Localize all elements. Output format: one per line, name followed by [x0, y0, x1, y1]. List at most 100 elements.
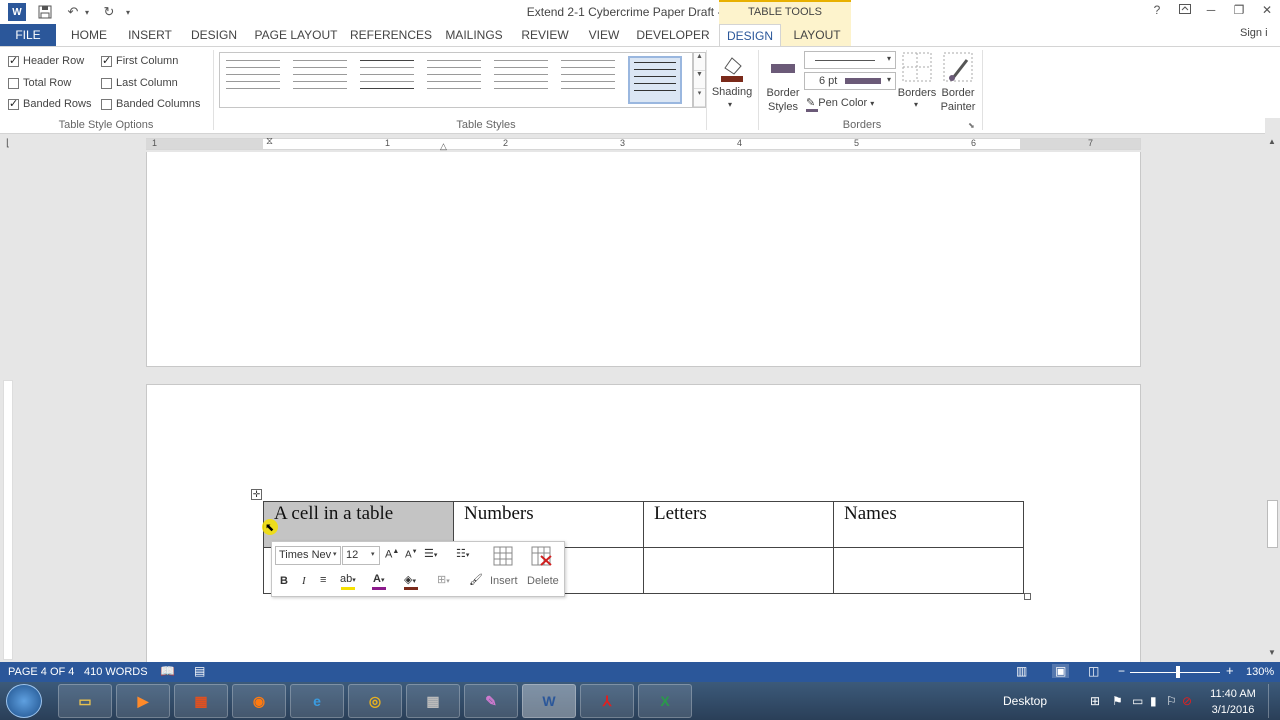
zoom-slider-thumb[interactable]: [1176, 666, 1180, 678]
media-player-icon[interactable]: ▶: [116, 684, 170, 718]
gallery-more-icon[interactable]: ▾: [694, 89, 705, 107]
zoom-slider-track[interactable]: [1130, 672, 1220, 673]
delete-label[interactable]: Delete: [527, 575, 559, 587]
header-row-checkbox[interactable]: Header Row: [8, 53, 84, 69]
table-resize-handle[interactable]: [1024, 593, 1031, 600]
table-cell[interactable]: [833, 547, 1024, 594]
paint-icon[interactable]: ✎: [464, 684, 518, 718]
line-style-dropdown[interactable]: ▾: [804, 51, 896, 69]
table-delete-icon[interactable]: [531, 546, 559, 568]
gallery-scroll-controls[interactable]: ▲ ▼ ▾: [693, 52, 706, 108]
firefox-icon[interactable]: ◉: [232, 684, 286, 718]
zoom-level[interactable]: 130%: [1246, 666, 1274, 678]
line-weight-dropdown[interactable]: 6 pt ▾: [804, 72, 896, 90]
start-button[interactable]: [6, 684, 42, 718]
indent-marker-icon[interactable]: ⧖: [266, 136, 273, 147]
table-insert-icon[interactable]: [493, 546, 521, 568]
excel-taskbar-icon[interactable]: X: [638, 684, 692, 718]
tab-table-layout[interactable]: LAYOUT: [786, 24, 848, 46]
scroll-up-icon[interactable]: ▲: [1268, 137, 1276, 146]
tab-insert[interactable]: INSERT: [124, 24, 176, 46]
tab-page-layout[interactable]: PAGE LAYOUT: [252, 24, 340, 46]
page-count[interactable]: PAGE 4 OF 4: [8, 666, 74, 678]
tab-developer[interactable]: DEVELOPER: [636, 24, 710, 46]
banded-columns-checkbox[interactable]: Banded Columns: [101, 96, 200, 112]
tab-home[interactable]: HOME: [64, 24, 114, 46]
app-icon[interactable]: ▦: [174, 684, 228, 718]
network-icon[interactable]: ▮: [1150, 694, 1157, 708]
close-button[interactable]: ✕: [1254, 3, 1280, 21]
clock-time[interactable]: 11:40 AM: [1208, 688, 1258, 700]
scroll-down-icon[interactable]: ▼: [1268, 648, 1276, 657]
last-column-checkbox[interactable]: Last Column: [101, 75, 178, 91]
grow-font-icon[interactable]: A▲: [385, 548, 399, 561]
chrome-icon[interactable]: ◎: [348, 684, 402, 718]
tab-table-design[interactable]: DESIGN: [719, 24, 781, 46]
internet-explorer-icon[interactable]: e: [290, 684, 344, 718]
tab-view[interactable]: VIEW: [582, 24, 626, 46]
tab-references[interactable]: REFERENCES: [350, 24, 432, 46]
notification-icon[interactable]: ⚐: [1166, 694, 1177, 708]
ribbon-display-options-icon[interactable]: [1172, 3, 1198, 21]
border-styles-button[interactable]: Border Styles: [763, 52, 803, 116]
tab-design[interactable]: DESIGN: [186, 24, 242, 46]
vertical-scrollbar[interactable]: [1265, 118, 1280, 662]
table-style-thumb[interactable]: [226, 60, 280, 100]
calculator-icon[interactable]: ▦: [406, 684, 460, 718]
desktop-toolbar-label[interactable]: Desktop: [1003, 694, 1047, 708]
borders-mini-icon[interactable]: ⊞▾: [437, 573, 450, 586]
volume-muted-icon[interactable]: ⊘: [1182, 694, 1192, 708]
web-layout-icon[interactable]: ◫: [1088, 664, 1099, 678]
tab-file[interactable]: FILE: [0, 24, 56, 46]
font-color-icon[interactable]: A▾: [373, 573, 384, 585]
table-style-thumb-selected[interactable]: [628, 56, 682, 104]
table-cell[interactable]: [643, 547, 834, 594]
print-layout-icon[interactable]: ▣: [1052, 664, 1070, 678]
font-size-dropdown[interactable]: 12 ▾: [342, 546, 380, 565]
document-page[interactable]: [146, 152, 1141, 367]
windows-flag-icon[interactable]: ⊞: [1090, 694, 1100, 708]
minimize-button[interactable]: ─: [1198, 3, 1224, 21]
tab-review[interactable]: REVIEW: [518, 24, 572, 46]
table-move-handle-icon[interactable]: ✛: [251, 489, 262, 500]
shading-button[interactable]: Shading ▾: [712, 50, 752, 112]
table-style-thumb[interactable]: [293, 60, 347, 100]
macro-record-icon[interactable]: ▤: [194, 664, 205, 678]
file-explorer-icon[interactable]: ▭: [58, 684, 112, 718]
banded-rows-checkbox[interactable]: Banded Rows: [8, 96, 92, 112]
gallery-up-icon[interactable]: ▲: [694, 53, 705, 71]
help-button[interactable]: ?: [1144, 3, 1170, 21]
table-style-thumb[interactable]: [494, 60, 548, 100]
display-icon[interactable]: ▭: [1132, 694, 1143, 708]
pen-color-button[interactable]: ✎ Pen Color ▾: [806, 96, 896, 112]
table-cell[interactable]: Letters: [643, 501, 834, 548]
clock-date[interactable]: 3/1/2016: [1208, 704, 1258, 716]
scrollbar-thumb[interactable]: [1267, 500, 1278, 548]
border-painter-button[interactable]: Border Painter: [938, 50, 978, 114]
show-desktop-button[interactable]: [1268, 684, 1278, 718]
font-name-dropdown[interactable]: Times Nev ▾: [275, 546, 341, 565]
bold-icon[interactable]: B: [280, 575, 288, 587]
table-style-thumb[interactable]: [360, 60, 414, 100]
center-align-icon[interactable]: ≡: [320, 574, 326, 586]
sign-in-link[interactable]: Sign i: [1240, 27, 1268, 39]
restore-button[interactable]: ❐: [1226, 3, 1252, 21]
total-row-checkbox[interactable]: Total Row: [8, 75, 71, 91]
table-cell[interactable]: Names: [833, 501, 1024, 548]
numbering-icon[interactable]: ☷▾: [456, 547, 469, 560]
zoom-in-icon[interactable]: +: [1226, 663, 1234, 678]
acrobat-icon[interactable]: ⅄: [580, 684, 634, 718]
table-style-thumb[interactable]: [427, 60, 481, 100]
insert-label[interactable]: Insert: [490, 575, 518, 587]
proofing-icon[interactable]: 📖: [160, 664, 175, 678]
tab-selector-icon[interactable]: ⌊: [6, 138, 10, 149]
word-count[interactable]: 410 WORDS: [84, 666, 148, 678]
gallery-down-icon[interactable]: ▼: [694, 71, 705, 89]
table-style-thumb[interactable]: [561, 60, 615, 100]
dialog-launcher-icon[interactable]: ⬊: [968, 121, 975, 130]
first-column-checkbox[interactable]: First Column: [101, 53, 178, 69]
ruler-bar[interactable]: [146, 138, 1141, 150]
read-mode-icon[interactable]: ▥: [1016, 664, 1027, 678]
word-taskbar-icon[interactable]: W: [522, 684, 576, 718]
action-center-icon[interactable]: ⚑: [1112, 694, 1123, 708]
